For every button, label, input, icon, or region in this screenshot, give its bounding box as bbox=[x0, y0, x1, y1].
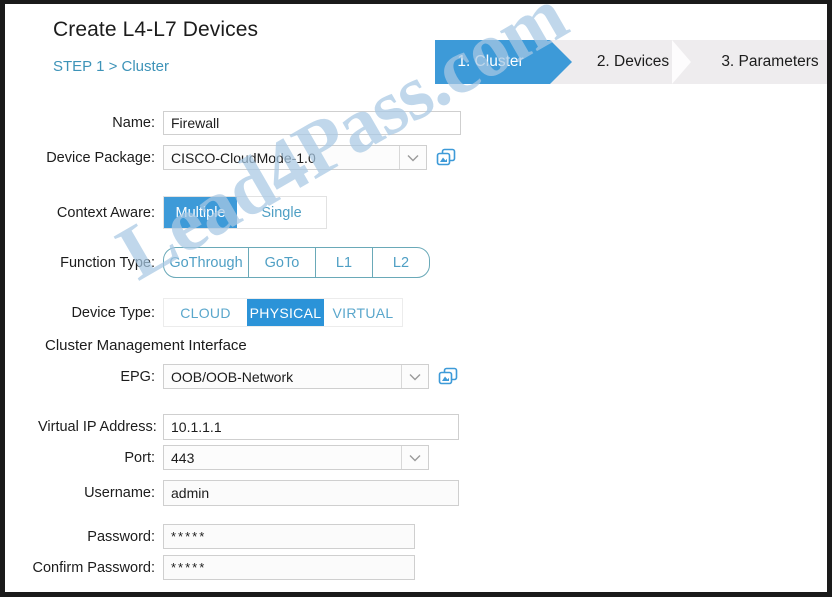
function-type-option-l1[interactable]: L1 bbox=[315, 248, 372, 277]
function-type-option-l2[interactable]: L2 bbox=[372, 248, 429, 277]
context-aware-option-single[interactable]: Single bbox=[237, 197, 326, 228]
section-header-cluster-management-interface: Cluster Management Interface bbox=[45, 337, 247, 354]
field-row-virtual-ip: Virtual IP Address: 10.1.1.1 bbox=[38, 414, 459, 440]
wizard-step-cluster[interactable]: 1. Cluster bbox=[435, 40, 572, 84]
field-row-context-aware: Context Aware: Multiple Single bbox=[38, 196, 327, 229]
dialog-body: Create L4-L7 Devices STEP 1 > Cluster 1.… bbox=[5, 4, 827, 592]
device-type-option-cloud[interactable]: CLOUD bbox=[164, 299, 247, 326]
function-type-label: Function Type: bbox=[60, 254, 155, 271]
device-type-label: Device Type: bbox=[71, 304, 155, 321]
password-input[interactable]: ***** bbox=[163, 524, 415, 549]
field-row-epg: EPG: OOB/OOB-Network bbox=[38, 364, 459, 389]
field-row-device-package: Device Package: CISCO-CloudMode-1.0 bbox=[38, 145, 457, 170]
chevron-down-icon[interactable] bbox=[401, 446, 428, 469]
context-aware-toggle: Multiple Single bbox=[163, 196, 327, 229]
device-type-option-physical[interactable]: PHYSICAL bbox=[247, 299, 324, 326]
field-row-username: Username: admin bbox=[38, 480, 459, 506]
device-type-option-virtual[interactable]: VIRTUAL bbox=[324, 299, 402, 326]
device-package-value: CISCO-CloudMode-1.0 bbox=[171, 149, 316, 166]
open-in-new-icon[interactable] bbox=[436, 148, 457, 167]
field-row-confirm-password: Confirm Password: ***** bbox=[17, 555, 415, 580]
username-label: Username: bbox=[84, 485, 155, 501]
confirm-password-label: Confirm Password: bbox=[32, 559, 155, 576]
port-select[interactable]: 443 bbox=[163, 445, 429, 470]
password-label: Password: bbox=[87, 528, 155, 545]
username-input[interactable]: admin bbox=[163, 480, 459, 506]
virtual-ip-label: Virtual IP Address: bbox=[38, 419, 157, 435]
device-package-label: Device Package: bbox=[46, 149, 155, 166]
field-row-function-type: Function Type: GoThrough GoTo L1 L2 bbox=[38, 247, 430, 278]
field-row-port: Port: 443 bbox=[38, 445, 429, 470]
epg-label: EPG: bbox=[120, 368, 155, 385]
device-package-select[interactable]: CISCO-CloudMode-1.0 bbox=[163, 145, 427, 170]
confirm-password-input[interactable]: ***** bbox=[163, 555, 415, 580]
breadcrumb: STEP 1 > Cluster bbox=[53, 58, 170, 75]
context-aware-label: Context Aware: bbox=[56, 204, 155, 221]
field-row-password: Password: ***** bbox=[17, 524, 415, 549]
context-aware-option-multiple[interactable]: Multiple bbox=[164, 197, 237, 228]
function-type-option-goto[interactable]: GoTo bbox=[248, 248, 315, 277]
function-type-toggle: GoThrough GoTo L1 L2 bbox=[163, 247, 430, 278]
name-input[interactable]: Firewall bbox=[163, 111, 461, 135]
wizard-step-parameters[interactable]: 3. Parameters bbox=[690, 40, 827, 84]
chevron-down-icon[interactable] bbox=[399, 146, 426, 169]
open-in-new-icon[interactable] bbox=[438, 367, 459, 386]
epg-value: OOB/OOB-Network bbox=[171, 368, 294, 385]
port-value: 443 bbox=[171, 449, 195, 466]
field-row-name: Name: Firewall bbox=[38, 111, 461, 135]
function-type-option-gothrough[interactable]: GoThrough bbox=[164, 248, 248, 277]
name-label: Name: bbox=[112, 115, 155, 131]
virtual-ip-input[interactable]: 10.1.1.1 bbox=[163, 414, 459, 440]
page-title: Create L4-L7 Devices bbox=[53, 18, 259, 41]
epg-select[interactable]: OOB/OOB-Network bbox=[163, 364, 429, 389]
port-label: Port: bbox=[124, 449, 155, 466]
wizard-steps: 1. Cluster 2. Devices 3. Parameters bbox=[435, 40, 827, 84]
wizard-step-devices[interactable]: 2. Devices bbox=[550, 40, 691, 84]
field-row-device-type: Device Type: CLOUD PHYSICAL VIRTUAL bbox=[38, 298, 403, 327]
screenshot-root: Create L4-L7 Devices STEP 1 > Cluster 1.… bbox=[0, 0, 832, 597]
device-type-toggle: CLOUD PHYSICAL VIRTUAL bbox=[163, 298, 403, 327]
chevron-down-icon[interactable] bbox=[401, 365, 428, 388]
